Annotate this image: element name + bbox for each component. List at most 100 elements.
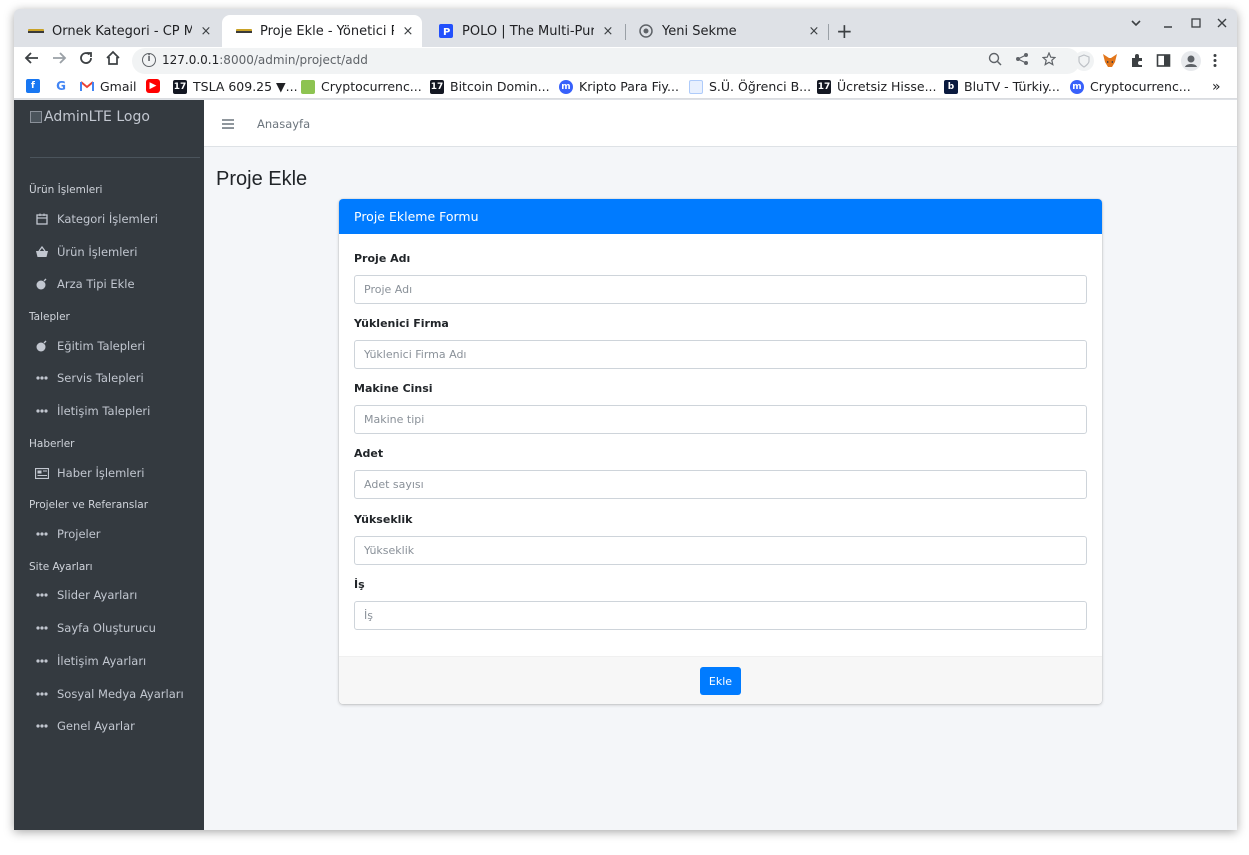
nav-home-link[interactable]: Anasayfa: [257, 117, 310, 131]
bookmark-su-ogrenci[interactable]: S.Ü. Öğrenci B...: [689, 79, 811, 94]
tradingview-icon: 17: [430, 79, 444, 94]
bookmark-star-icon[interactable]: [1041, 51, 1057, 70]
sidebar-item-servis[interactable]: Servis Talepleri: [35, 371, 144, 385]
polo-favicon-icon: P: [438, 23, 454, 39]
bookmark-label: TSLA 609.25 ▼...: [193, 79, 298, 94]
sidebar-item-genel[interactable]: Genel Ayarlar: [35, 719, 135, 733]
tab-title: Örnek Kategori - CP Makin: [52, 23, 192, 39]
makine-cinsi-input[interactable]: [354, 405, 1087, 434]
extensions-puzzle-icon[interactable]: [1130, 53, 1145, 68]
yukseklik-input[interactable]: [354, 536, 1087, 565]
tab-title: POLO | The Multi-Purpose: [462, 23, 594, 39]
tab-close-icon[interactable]: ×: [806, 24, 822, 39]
bookmark-cryptocurrency-1[interactable]: Cryptocurrenc...: [301, 79, 422, 94]
maximize-icon[interactable]: [1190, 17, 1202, 33]
sidebar-item-haber[interactable]: Haber İşlemleri: [35, 466, 145, 480]
sidebar-item-iletisim-talepleri[interactable]: İletişim Talepleri: [35, 404, 150, 418]
adet-input[interactable]: [354, 470, 1087, 499]
forward-arrow-icon[interactable]: [51, 50, 67, 70]
more-bookmarks-icon[interactable]: »: [1212, 79, 1221, 95]
sidebar-item-label: Slider Ayarları: [57, 588, 138, 602]
sidebar-item-iletisim-ayarlari[interactable]: İletişim Ayarları: [35, 654, 146, 668]
brand-alt-text: AdminLTE Logo: [44, 109, 150, 125]
bookmark-ucretsiz-hisse[interactable]: 17 Ücretsiz Hisse...: [817, 79, 937, 94]
tab-close-icon[interactable]: ×: [198, 24, 214, 39]
bookmark-label: Cryptocurrenc...: [321, 79, 422, 94]
address-bar[interactable]: i 127.0.0.1:8000/admin/project/add: [132, 48, 1080, 74]
metamask-fox-icon[interactable]: [1102, 53, 1117, 68]
bookmark-label: Ücretsiz Hisse...: [837, 79, 937, 94]
new-tab-icon[interactable]: +: [836, 19, 853, 43]
bookmark-cryptocurrency-2[interactable]: m Cryptocurrenc...: [1070, 79, 1191, 94]
google-icon: G: [56, 79, 66, 93]
home-icon[interactable]: [105, 50, 121, 70]
sidebar-item-label: Ürün İşlemleri: [57, 245, 138, 259]
tab-close-icon[interactable]: ×: [600, 24, 616, 39]
ellipsis-icon: [35, 409, 49, 413]
bookmark-kripto-para[interactable]: m Kripto Para Fiy...: [559, 79, 679, 94]
menu-kebab-icon[interactable]: [1212, 53, 1227, 68]
shield-extension-icon[interactable]: [1074, 51, 1094, 71]
calendar-icon: [35, 213, 49, 225]
tab-search-chevron-icon[interactable]: [1130, 17, 1142, 33]
reload-icon[interactable]: [78, 50, 94, 70]
sidebar-item-urun[interactable]: Ürün İşlemleri: [35, 245, 137, 259]
bookmark-label: Gmail: [100, 79, 137, 94]
sidebar-item-egitim[interactable]: Eğitim Talepleri: [35, 339, 145, 353]
bookmark-label: Kripto Para Fiy...: [579, 79, 679, 94]
gmail-icon: [80, 80, 94, 94]
tab-yeni-sekme[interactable]: Yeni Sekme ×: [624, 15, 828, 47]
card-footer: Ekle: [339, 656, 1102, 704]
site-info-icon[interactable]: i: [142, 53, 156, 67]
page-title: Proje Ekle: [216, 168, 308, 190]
tab-close-icon[interactable]: ×: [400, 24, 416, 39]
bookmark-bitcoin-dominance[interactable]: 17 Bitcoin Domin...: [430, 79, 550, 94]
basket-icon: [35, 246, 49, 258]
top-navbar: Anasayfa: [204, 100, 1237, 147]
hamburger-menu-icon[interactable]: [222, 115, 234, 133]
field-label: Proje Adı: [354, 252, 411, 265]
sidebar-item-slider[interactable]: Slider Ayarları: [35, 588, 137, 602]
sidebar-item-arza-tipi[interactable]: Arza Tipi Ekle: [35, 277, 135, 291]
share-icon[interactable]: [1015, 52, 1029, 70]
sidebar-header-urun: Ürün İşlemleri: [29, 184, 103, 196]
side-panel-icon[interactable]: [1156, 53, 1171, 68]
bookmark-tsla[interactable]: 17 TSLA 609.25 ▼...: [173, 79, 298, 94]
tab-ornek-kategori[interactable]: Örnek Kategori - CP Makin ×: [14, 15, 220, 47]
blutv-icon: b: [944, 79, 958, 94]
bookmark-gmail[interactable]: Gmail: [80, 79, 136, 94]
bookmarks-bar: f G Gmail ▶ 17 TSLA 609.25 ▼... Cryptocur…: [14, 75, 1237, 99]
brand-logo[interactable]: AdminLTE Logo: [30, 109, 150, 125]
bookmark-facebook[interactable]: f: [26, 79, 46, 93]
back-arrow-icon[interactable]: [24, 50, 40, 70]
tab-polo[interactable]: P POLO | The Multi-Purpose ×: [424, 15, 622, 47]
sidebar-item-label: Sosyal Medya Ayarları: [57, 687, 184, 701]
form-group-adet: Adet: [354, 447, 1087, 499]
coinmarketcap-icon: m: [1070, 79, 1084, 94]
sidebar-item-label: Genel Ayarlar: [57, 719, 135, 733]
brand-divider: [30, 157, 200, 158]
page-content: AdminLTE Logo Ürün İşlemleri Kategori İş…: [14, 100, 1237, 830]
minimize-icon[interactable]: [1162, 17, 1174, 33]
tab-strip: Örnek Kategori - CP Makin × Proje Ekle -…: [14, 9, 1237, 47]
zoom-icon[interactable]: [988, 52, 1002, 70]
bookmark-google[interactable]: G: [54, 79, 74, 93]
ekle-submit-button[interactable]: Ekle: [700, 667, 741, 695]
svg-text:P: P: [443, 27, 450, 38]
form-group-proje-adi: Proje Adı: [354, 252, 1087, 304]
bookmark-blutv[interactable]: b BluTV - Türkiy...: [944, 79, 1060, 94]
sidebar-item-label: İletişim Ayarları: [57, 654, 147, 668]
proje-adi-input[interactable]: [354, 275, 1087, 304]
bookmark-youtube[interactable]: ▶: [146, 79, 166, 93]
sidebar-item-kategori[interactable]: Kategori İşlemleri: [35, 212, 158, 226]
window-close-icon[interactable]: [1216, 17, 1228, 33]
tradingview-icon: 17: [817, 79, 831, 94]
sidebar-item-sayfa[interactable]: Sayfa Oluşturucu: [35, 621, 156, 635]
sidebar-item-projeler[interactable]: Projeler: [35, 527, 101, 541]
bookmark-label: S.Ü. Öğrenci B...: [709, 79, 812, 94]
is-input[interactable]: [354, 601, 1087, 630]
sidebar-item-sosyal-medya[interactable]: Sosyal Medya Ayarları: [35, 687, 184, 701]
tab-proje-ekle[interactable]: Proje Ekle - Yönetici Panel ×: [222, 15, 422, 47]
profile-avatar-icon[interactable]: [1180, 50, 1202, 72]
yuklenici-firma-input[interactable]: [354, 340, 1087, 369]
